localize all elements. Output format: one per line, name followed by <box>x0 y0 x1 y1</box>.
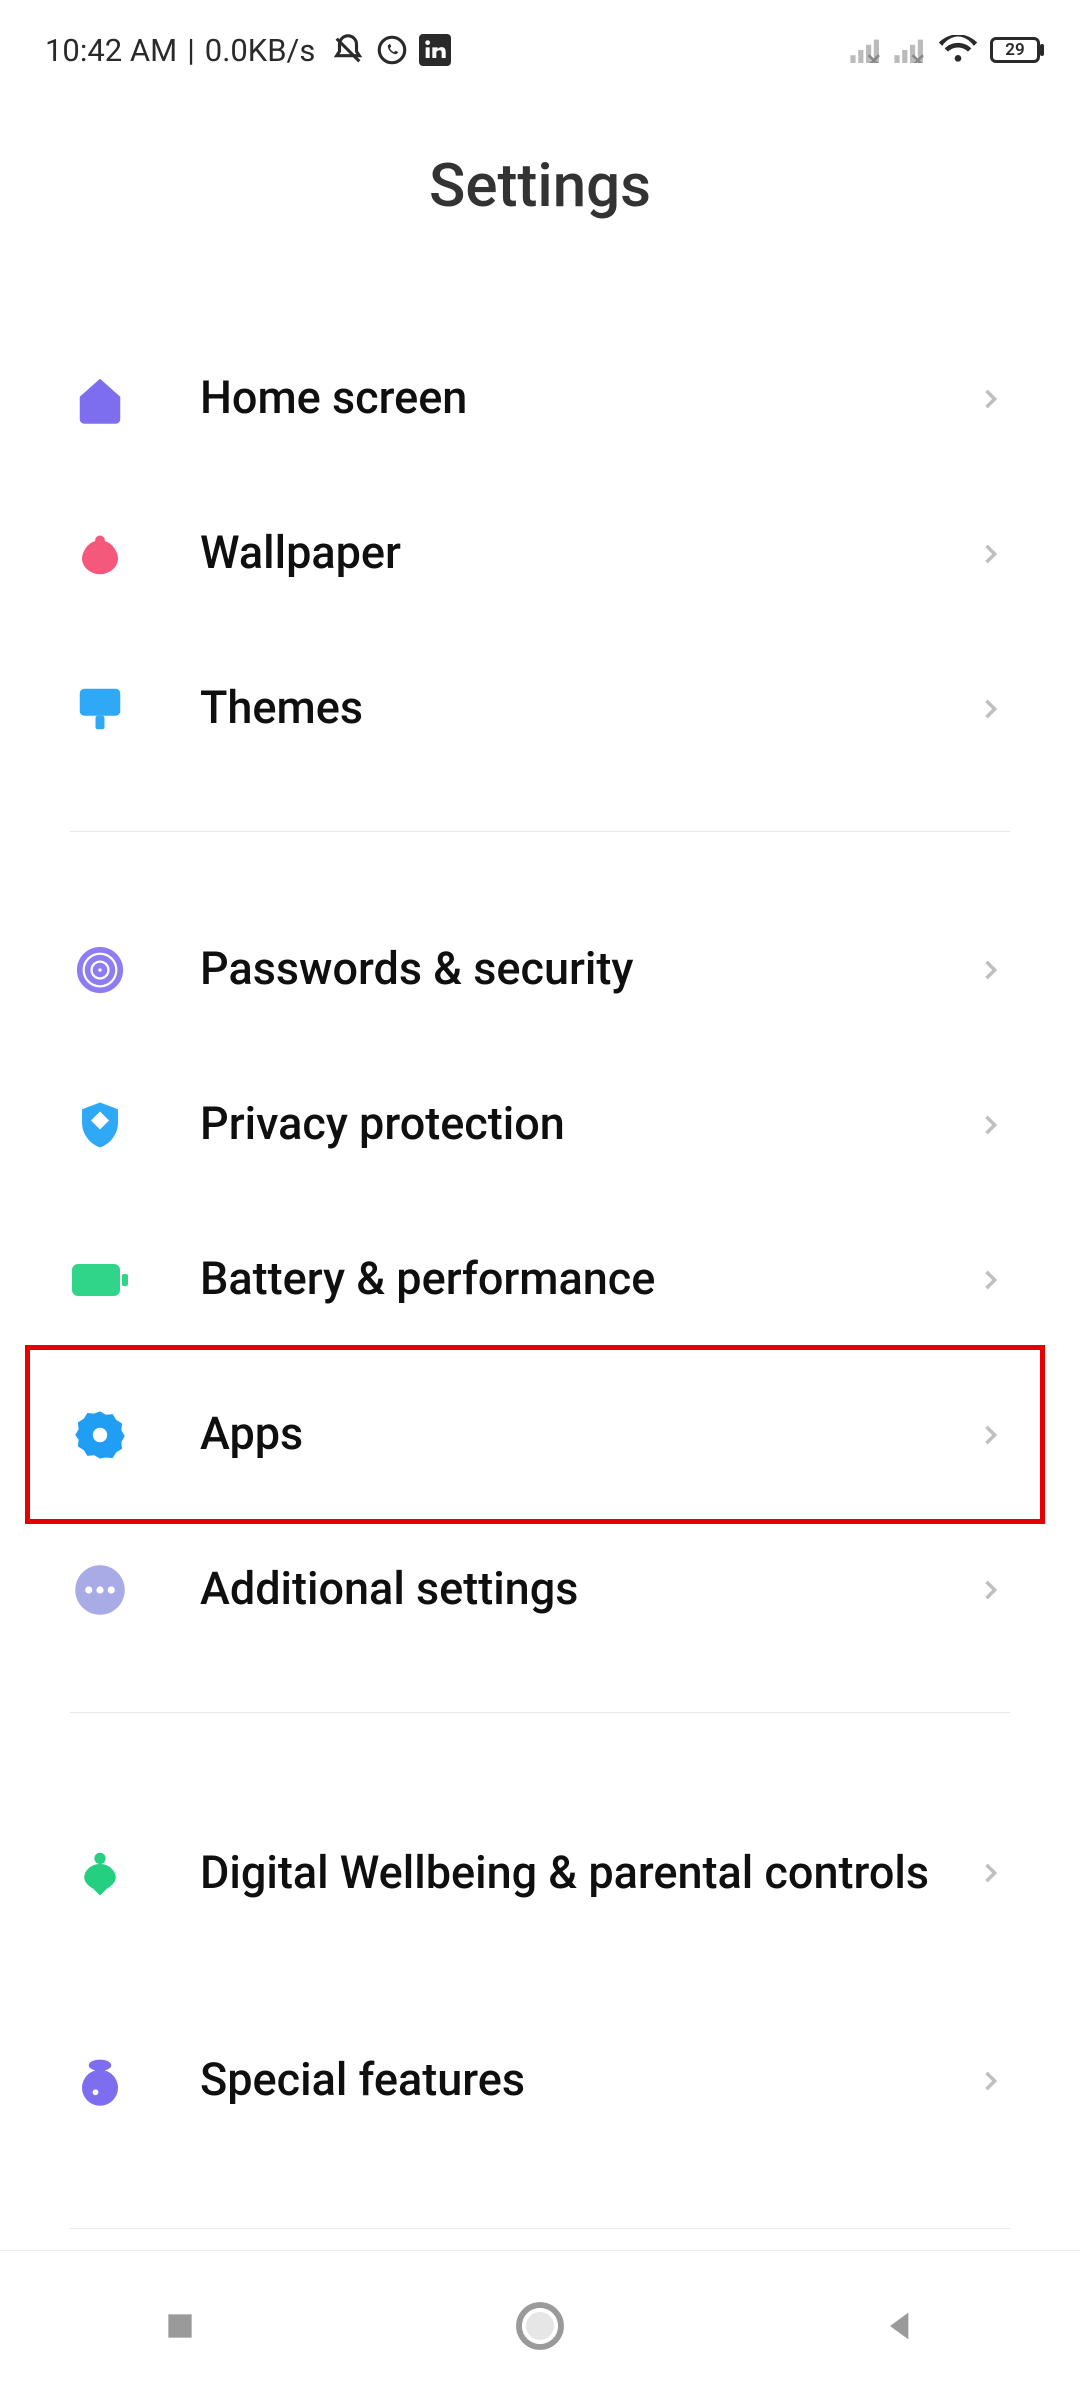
chevron-right-icon <box>970 540 1010 568</box>
chevron-right-icon <box>970 956 1010 984</box>
status-net-speed: 0.0KB/s <box>205 32 316 69</box>
battery-icon <box>70 1260 130 1300</box>
row-label: Digital Wellbeing & parental controls <box>130 1845 970 1901</box>
settings-row-wallpaper[interactable]: Wallpaper <box>70 476 1010 631</box>
themes-icon <box>70 682 130 736</box>
settings-row-privacy-protection[interactable]: Privacy protection <box>70 1047 1010 1202</box>
flower-icon <box>70 527 130 581</box>
fingerprint-icon <box>70 943 130 997</box>
home-icon <box>70 372 130 426</box>
flask-icon <box>70 2054 130 2108</box>
more-dots-icon <box>70 1563 130 1617</box>
settings-row-special-features[interactable]: Special features <box>70 2003 1010 2158</box>
status-left: 10:42 AM | 0.0KB/s <box>45 32 451 69</box>
nav-home-button[interactable] <box>500 2286 580 2366</box>
settings-row-home-screen[interactable]: Home screen <box>70 321 1010 476</box>
row-label: Special features <box>130 2052 970 2108</box>
settings-row-themes[interactable]: Themes <box>70 631 1010 786</box>
chevron-right-icon <box>970 695 1010 723</box>
status-separator: | <box>187 32 195 69</box>
chevron-right-icon <box>970 1266 1010 1294</box>
chevron-right-icon <box>970 2067 1010 2095</box>
settings-row-battery-performance[interactable]: Battery & performance <box>70 1202 1010 1357</box>
shield-icon <box>70 1098 130 1152</box>
wifi-icon <box>938 35 978 65</box>
whatsapp-icon <box>375 33 409 67</box>
page-title: Settings <box>0 150 1080 221</box>
gear-icon <box>70 1408 130 1462</box>
battery-percent: 29 <box>1005 40 1024 60</box>
chevron-right-icon <box>970 1111 1010 1139</box>
row-label: Battery & performance <box>130 1251 970 1307</box>
row-label: Apps <box>130 1406 970 1462</box>
status-time: 10:42 AM <box>45 32 177 69</box>
nav-bar <box>0 2250 1080 2400</box>
row-label: Passwords & security <box>130 941 970 997</box>
chevron-right-icon <box>970 1859 1010 1887</box>
row-label: Themes <box>130 680 970 736</box>
settings-row-additional-settings[interactable]: Additional settings <box>70 1512 1010 1667</box>
row-label: Privacy protection <box>130 1096 970 1152</box>
nav-recents-button[interactable] <box>140 2286 220 2366</box>
linkedin-icon <box>419 34 451 66</box>
wellbeing-icon <box>70 1846 130 1900</box>
chevron-right-icon <box>970 1576 1010 1604</box>
chevron-right-icon <box>970 385 1010 413</box>
row-label: Additional settings <box>130 1561 970 1617</box>
row-label: Home screen <box>130 370 970 426</box>
nav-back-button[interactable] <box>860 2286 940 2366</box>
notifications-muted-icon <box>331 33 365 67</box>
settings-row-digital-wellbeing[interactable]: Digital Wellbeing & parental controls <box>70 1773 1010 1973</box>
status-bar: 10:42 AM | 0.0KB/s 29 <box>0 0 1080 90</box>
chevron-right-icon <box>970 1421 1010 1449</box>
divider <box>70 1712 1010 1713</box>
divider <box>70 831 1010 832</box>
settings-list: Home screen Wallpaper Themes Passwords &… <box>0 321 1080 2229</box>
battery-icon: 29 <box>990 37 1040 63</box>
divider <box>70 2228 1010 2229</box>
row-label: Wallpaper <box>130 525 970 581</box>
settings-row-passwords-security[interactable]: Passwords & security <box>70 892 1010 1047</box>
status-right: 29 <box>850 35 1040 65</box>
signal-2-disabled-icon <box>894 37 926 63</box>
settings-row-apps[interactable]: Apps <box>70 1357 1010 1512</box>
signal-1-disabled-icon <box>850 37 882 63</box>
